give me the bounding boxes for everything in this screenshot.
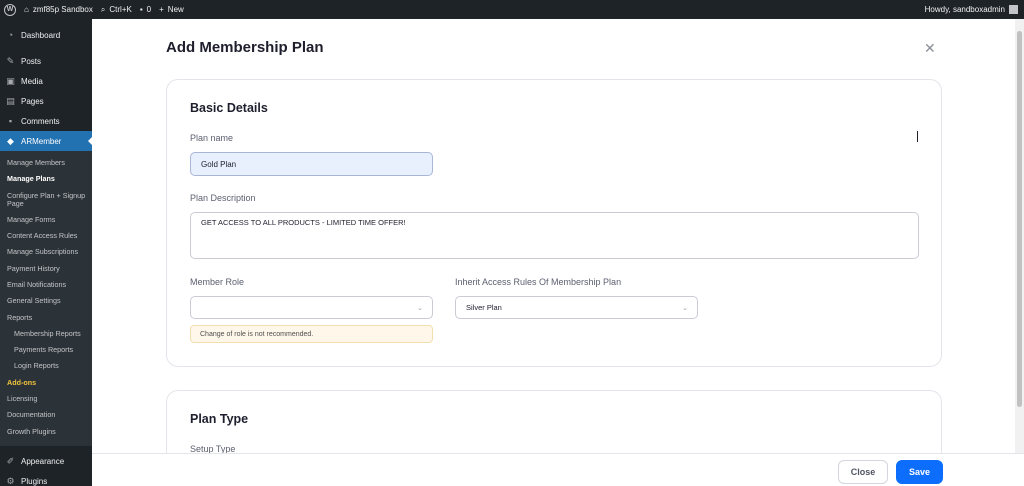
site-name-link[interactable]: ⌂ zmf85p Sandbox xyxy=(24,5,93,14)
inherit-access-value: Silver Plan xyxy=(466,303,502,312)
sidebar-item-media[interactable]: ▣ Media xyxy=(0,71,92,91)
close-button[interactable]: Close xyxy=(838,460,888,484)
plan-description-label: Plan Description xyxy=(190,193,256,203)
submenu-item-manage-members[interactable]: Manage Members xyxy=(0,155,92,171)
submenu-item-documentation[interactable]: Documentation xyxy=(0,407,92,423)
sidebar-item-posts[interactable]: ✎ Posts xyxy=(0,51,92,71)
text-cursor xyxy=(917,131,918,142)
dashboard-icon: ◔ xyxy=(7,30,14,40)
chevron-down-icon: ⌄ xyxy=(417,305,423,312)
sidebar-item-appearance[interactable]: ✐ Appearance xyxy=(0,452,92,472)
submenu-item-manage-subscriptions[interactable]: Manage Subscriptions xyxy=(0,244,92,260)
sidebar-item-label: Dashboard xyxy=(21,30,61,40)
sidebar-item-label: ARMember xyxy=(21,136,62,146)
basic-details-heading: Basic Details xyxy=(190,101,268,115)
avatar xyxy=(1009,5,1018,14)
submenu-item-add-ons[interactable]: Add-ons xyxy=(0,375,92,391)
plugin-icon: ⚙ xyxy=(6,476,15,486)
sidebar-item-label: Media xyxy=(21,76,43,86)
submenu-item-configure-plan[interactable]: Configure Plan + Signup Page xyxy=(0,188,92,212)
comment-bubble-icon: ▪ xyxy=(139,5,143,14)
basic-details-card: Basic Details Plan name Gold Plan Plan D… xyxy=(166,79,942,367)
new-content-link[interactable]: + New xyxy=(159,5,184,14)
chevron-down-icon: ⌄ xyxy=(682,305,688,312)
close-icon[interactable]: ✕ xyxy=(924,40,936,57)
plus-icon: + xyxy=(159,5,164,14)
paintbrush-icon: ✐ xyxy=(6,456,15,467)
scrollbar-thumb[interactable] xyxy=(1017,31,1022,407)
submenu-item-content-access-rules[interactable]: Content Access Rules xyxy=(0,228,92,244)
submenu-item-membership-reports[interactable]: Membership Reports xyxy=(0,326,92,342)
admin-sidebar: ◔ Dashboard ✎ Posts ▣ Media ▤ Pages ▪ Co… xyxy=(0,19,93,486)
comments-icon: ▪ xyxy=(8,116,13,126)
sidebar-item-label: Plugins xyxy=(21,477,48,486)
user-account-menu[interactable]: Howdy, sandboxadmin xyxy=(925,0,1018,19)
howdy-label: Howdy, sandboxadmin xyxy=(924,5,1005,14)
inherit-access-label: Inherit Access Rules Of Membership Plan xyxy=(455,277,622,287)
home-icon: ⌂ xyxy=(24,5,29,14)
save-button[interactable]: Save xyxy=(896,460,943,484)
submenu-item-growth-plugins[interactable]: Growth Plugins xyxy=(0,423,92,439)
submenu-item-manage-plans[interactable]: Manage Plans xyxy=(0,171,92,187)
sidebar-item-label: Posts xyxy=(21,56,42,66)
plan-type-heading: Plan Type xyxy=(190,412,249,426)
plan-name-input[interactable]: Gold Plan xyxy=(190,152,433,176)
modal-scrollbar[interactable] xyxy=(1015,19,1024,453)
submenu-item-general-settings[interactable]: General Settings xyxy=(0,293,92,309)
search-shortcut-label: Ctrl+K xyxy=(109,5,132,14)
submenu-item-payment-history[interactable]: Payment History xyxy=(0,260,92,276)
sidebar-item-armember[interactable]: ◆ ARMember xyxy=(0,131,93,151)
submenu-item-manage-forms[interactable]: Manage Forms xyxy=(0,212,92,228)
sidebar-item-label: Appearance xyxy=(21,457,65,467)
member-role-select[interactable]: ⌄ xyxy=(190,296,433,319)
comments-count: 0 xyxy=(146,5,152,14)
pages-icon: ▤ xyxy=(6,95,15,106)
plan-description-textarea[interactable]: GET ACCESS TO ALL PRODUCTS - LIMITED TIM… xyxy=(190,212,919,259)
search-shortcut[interactable]: ⌕ Ctrl+K xyxy=(101,5,132,15)
submenu-item-reports[interactable]: Reports xyxy=(0,309,92,325)
role-warning-notice: Change of role is not recommended. xyxy=(190,325,433,343)
plan-name-label: Plan name xyxy=(190,133,234,143)
sidebar-item-plugins[interactable]: ⚙ Plugins xyxy=(0,472,92,486)
pin-icon: ✎ xyxy=(6,55,15,66)
wordpress-logo-icon[interactable]: W xyxy=(4,3,16,16)
submenu-item-email-notifications[interactable]: Email Notifications xyxy=(0,277,92,293)
submenu-item-licensing[interactable]: Licensing xyxy=(0,391,92,407)
sidebar-item-pages[interactable]: ▤ Pages xyxy=(0,91,92,111)
sidebar-item-comments[interactable]: ▪ Comments xyxy=(0,111,92,131)
armember-icon: ◆ xyxy=(7,135,14,146)
search-icon: ⌕ xyxy=(100,4,106,14)
sidebar-item-label: Comments xyxy=(21,116,60,126)
inherit-access-select[interactable]: Silver Plan ⌄ xyxy=(455,296,698,319)
armember-submenu: Manage Members Manage Plans Configure Pl… xyxy=(0,151,92,446)
submenu-item-payments-reports[interactable]: Payments Reports xyxy=(0,342,92,358)
media-icon: ▣ xyxy=(6,75,15,86)
sidebar-item-dashboard[interactable]: ◔ Dashboard xyxy=(0,25,92,45)
submenu-item-login-reports[interactable]: Login Reports xyxy=(0,358,92,374)
admin-bar: W ⌂ zmf85p Sandbox ⌕ Ctrl+K ▪ 0 + New Ho… xyxy=(0,0,1024,19)
new-label: New xyxy=(167,5,184,14)
comments-link[interactable]: ▪ 0 xyxy=(140,5,151,14)
sidebar-item-label: Pages xyxy=(21,96,44,106)
member-role-label: Member Role xyxy=(190,277,245,287)
modal-title: Add Membership Plan xyxy=(166,39,324,56)
site-name-label: zmf85p Sandbox xyxy=(32,5,93,14)
